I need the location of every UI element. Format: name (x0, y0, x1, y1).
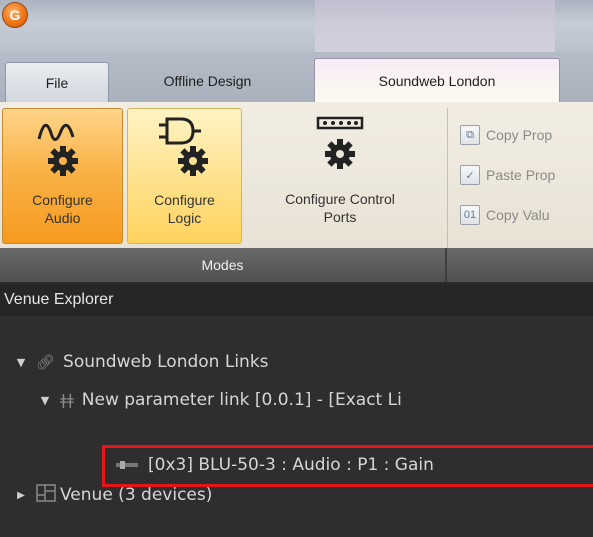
title-bar: G (0, 0, 593, 52)
tree-item-label: New parameter link [0.0.1] - [Exact Li (81, 390, 402, 410)
configure-control-ports-label-2: Ports (323, 209, 357, 225)
modes-group-label: Modes (0, 248, 447, 282)
tree-item-label: Venue (3 devices) (60, 485, 213, 505)
expand-arrow-icon[interactable]: ▼ (14, 356, 28, 369)
collapse-arrow-icon[interactable]: ▶ (14, 490, 28, 501)
copy-values-icon: 01 (460, 205, 480, 225)
configure-logic-label-2: Logic (167, 210, 202, 226)
expand-arrow-icon[interactable]: ▼ (38, 394, 52, 407)
application-menu-button[interactable]: G (2, 2, 28, 28)
paste-properties-label: Paste Prop (486, 167, 556, 183)
logic-gate-gear-icon (155, 113, 215, 191)
contextual-tab-tint (315, 0, 555, 52)
ribbon-group-separator (447, 108, 448, 248)
parameter-link-icon: ǂǂ (60, 391, 74, 409)
tree-item-soundweb-london-links[interactable]: ▼ 🔗︎ Soundweb London Links (14, 347, 269, 377)
tab-soundweb-london[interactable]: Soundweb London (314, 58, 560, 102)
tree-item-label: Soundweb London Links (63, 352, 269, 372)
configure-logic-label-1: Configure (154, 192, 215, 208)
copy-values-label: Copy Valu (486, 207, 550, 223)
paste-properties-command[interactable]: ✓ Paste Prop (460, 162, 593, 188)
tree-item-new-parameter-link[interactable]: ▼ ǂǂ New parameter link [0.0.1] - [Exact… (38, 385, 402, 415)
copy-properties-label: Copy Prop (486, 127, 553, 143)
tab-offline-design[interactable]: Offline Design (120, 60, 295, 102)
audio-wave-gear-icon (33, 113, 93, 191)
configure-audio-label-1: Configure (32, 192, 93, 208)
tree-item-venue[interactable]: ▶ Venue (3 devices) (14, 480, 212, 510)
configure-audio-button[interactable]: Configure Audio (2, 108, 123, 244)
venue-devices-icon (36, 484, 56, 506)
configure-audio-label-2: Audio (44, 210, 81, 226)
configure-control-ports-label-1: Configure Control (285, 191, 395, 207)
tab-file[interactable]: File (5, 62, 109, 102)
configure-logic-button[interactable]: Configure Logic (127, 108, 242, 244)
venue-explorer-title: Venue Explorer (0, 284, 593, 316)
paste-properties-icon: ✓ (460, 165, 480, 185)
ribbon-tab-row: File Offline Design Soundweb London (0, 52, 593, 102)
copy-values-command[interactable]: 01 Copy Valu (460, 202, 593, 228)
control-ports-gear-icon (310, 112, 370, 190)
configure-control-ports-button[interactable]: Configure Control Ports (245, 108, 435, 244)
link-icon: 🔗︎ (36, 353, 56, 371)
copy-properties-icon: ⧉ (460, 125, 480, 145)
copy-properties-command[interactable]: ⧉ Copy Prop (460, 122, 593, 148)
